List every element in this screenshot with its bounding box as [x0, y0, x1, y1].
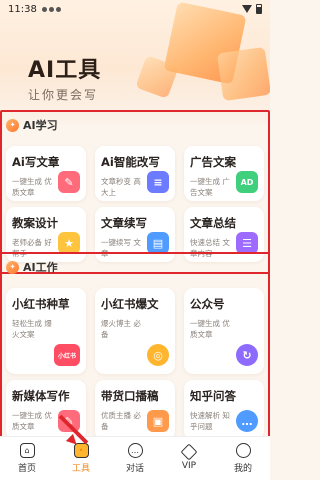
section-title: AI学习	[23, 119, 58, 132]
card-title: 广告文案	[190, 155, 236, 169]
tab-label: 我的	[233, 464, 252, 474]
tab-tools[interactable]: • 工具	[54, 437, 108, 480]
ai-icon: ✦	[6, 118, 19, 132]
card-desc: 一键生成 优质文章	[12, 411, 52, 431]
pen-icon: ✎	[58, 171, 80, 193]
ad-icon: AD	[236, 171, 258, 193]
tab-vip[interactable]: VIP	[162, 437, 216, 480]
card-title: 新媒体写作	[12, 389, 70, 403]
status-time: 11:38	[8, 3, 37, 15]
page-subtitle: 让你更会写	[28, 88, 99, 102]
card-ai-rewrite[interactable]: Ai智能改写 文章秒变 高大上 ≡	[95, 146, 175, 201]
card-title: 小红书爆文	[101, 297, 159, 311]
gift-icon: ▣	[147, 410, 169, 432]
ai-icon: ✦	[6, 260, 19, 274]
page-title: AI工具	[28, 58, 102, 83]
card-title: Ai写文章	[12, 155, 60, 169]
swirl-icon: ↻	[236, 344, 258, 366]
card-xiaohongshu-viral[interactable]: 小红书爆文 爆火博主 必备 ◎	[95, 288, 175, 374]
card-title: 文章总结	[190, 216, 236, 230]
tab-label: VIP	[181, 461, 197, 471]
card-title: 文章续写	[101, 216, 147, 230]
card-desc: 一键生成 优质文章	[12, 177, 52, 197]
card-title: 带货口播稿	[101, 389, 159, 403]
document-icon: ≡	[147, 171, 169, 193]
card-title: 公众号	[190, 297, 225, 311]
card-desc: 一键生成 优质文章	[190, 319, 230, 339]
coin-icon: ◎	[147, 344, 169, 366]
user-icon	[235, 443, 251, 458]
card-title: 教案设计	[12, 216, 58, 230]
card-desc: 爆火博主 必备	[101, 319, 141, 339]
wifi-icon	[242, 5, 252, 13]
card-title: Ai智能改写	[101, 155, 160, 169]
list-icon: ☰	[236, 232, 258, 254]
card-official-account[interactable]: 公众号 一键生成 优质文章 ↻	[184, 288, 264, 374]
section-header-ai-work: ✦ AI工作	[6, 259, 58, 275]
card-ad-copy[interactable]: 广告文案 一键生成 广告文案 AD	[184, 146, 264, 201]
chat-icon: …	[127, 443, 143, 458]
tab-label: 首页	[17, 464, 36, 474]
tab-label: 工具	[71, 464, 90, 474]
tab-home[interactable]: ⌂ 首页	[0, 437, 54, 480]
document-icon: ▤	[147, 232, 169, 254]
card-desc: 优质主播 必备	[101, 411, 141, 431]
card-desc: 快速解析 知乎问题	[190, 411, 230, 431]
card-livestream-script[interactable]: 带货口播稿 优质主播 必备 ▣	[95, 380, 175, 440]
bottom-tab-bar: ⌂ 首页 • 工具 … 对话 VIP 我的	[0, 436, 270, 480]
section-title: AI工作	[23, 261, 58, 274]
card-xiaohongshu-seeding[interactable]: 小红书种草 轻松生成 爆火文案 小红书	[6, 288, 86, 374]
battery-icon	[256, 4, 262, 14]
tab-label: 对话	[125, 464, 144, 474]
card-title: 小红书种草	[12, 297, 70, 311]
tab-chat[interactable]: … 对话	[108, 437, 162, 480]
xiaohongshu-icon: 小红书	[54, 344, 80, 366]
chat-icon: …	[236, 410, 258, 432]
home-icon: ⌂	[19, 443, 35, 458]
notification-icons	[41, 6, 61, 12]
card-desc: 一键生成 广告文案	[190, 177, 230, 197]
diamond-icon	[180, 443, 198, 461]
card-desc: 文章秒变 高大上	[101, 177, 141, 197]
card-desc: 轻松生成 爆火文案	[12, 319, 52, 339]
card-ai-write-article[interactable]: Ai写文章 一键生成 优质文章 ✎	[6, 146, 86, 201]
tab-profile[interactable]: 我的	[216, 437, 270, 480]
star-icon: ★	[58, 232, 80, 254]
decorative-cube	[216, 46, 270, 102]
status-bar: 11:38	[0, 0, 270, 18]
section-header-ai-study: ✦ AI学习	[6, 117, 58, 133]
card-title: 知乎问答	[190, 389, 236, 403]
card-zhihu-qa[interactable]: 知乎问答 快速解析 知乎问题 …	[184, 380, 264, 440]
